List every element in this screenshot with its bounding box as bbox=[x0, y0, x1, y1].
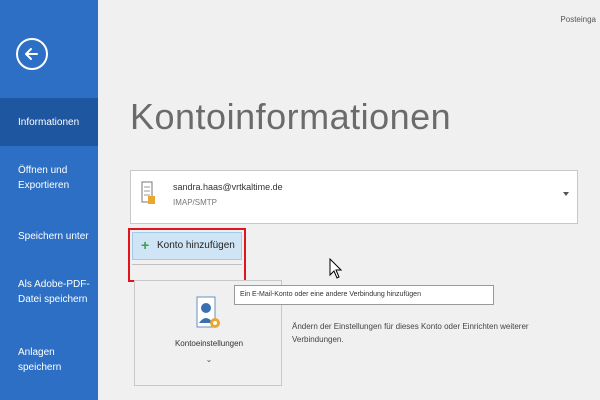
sidebar-item-anlagen-speichern[interactable]: Anlagen speichern bbox=[0, 345, 98, 385]
folder-name: Posteinga bbox=[560, 15, 596, 24]
divider bbox=[132, 264, 242, 265]
sidebar-item-label: Öffnen und Exportieren bbox=[18, 165, 70, 191]
back-button[interactable] bbox=[16, 38, 48, 70]
add-account-highlight: + Konto hinzufügen bbox=[128, 228, 246, 282]
account-settings-description: Ändern der Einstellungen für dieses Kont… bbox=[292, 322, 529, 344]
account-settings-label: Kontoeinstellungen bbox=[174, 339, 244, 348]
plus-icon: + bbox=[141, 237, 150, 253]
add-account-label: Konto hinzufügen bbox=[157, 240, 235, 251]
backstage-sidebar: Informationen Öffnen und Exportieren Spe… bbox=[0, 0, 98, 400]
page-title: Kontoinformationen bbox=[130, 96, 452, 137]
main-content: Posteinga Kontoinformationen sandra.haas… bbox=[98, 0, 600, 400]
sidebar-item-label: Informationen bbox=[18, 117, 80, 128]
back-arrow-icon bbox=[25, 48, 38, 60]
sidebar-item-label: Als Adobe-PDF-Datei speichern bbox=[18, 279, 90, 305]
sidebar-item-speichern-unter[interactable]: Speichern unter bbox=[0, 229, 98, 249]
tooltip: Ein E-Mail-Konto oder eine andere Verbin… bbox=[234, 285, 494, 305]
sidebar-item-oeffnen-exportieren[interactable]: Öffnen und Exportieren bbox=[0, 163, 98, 203]
chevron-down-icon: ⌄ bbox=[205, 355, 213, 364]
mail-account-icon bbox=[141, 181, 155, 204]
add-account-button[interactable]: + Konto hinzufügen bbox=[132, 232, 242, 260]
sidebar-item-label: Anlagen speichern bbox=[18, 347, 62, 373]
sidebar-item-informationen[interactable]: Informationen bbox=[0, 98, 98, 146]
sidebar-item-als-pdf-speichern[interactable]: Als Adobe-PDF-Datei speichern bbox=[0, 277, 98, 317]
account-selector[interactable]: sandra.haas@vrtkaltime.de IMAP/SMTP bbox=[130, 170, 578, 224]
account-type: IMAP/SMTP bbox=[173, 198, 218, 207]
account-settings-icon bbox=[196, 296, 220, 328]
mouse-cursor-icon bbox=[329, 258, 343, 279]
chevron-down-icon[interactable] bbox=[563, 192, 569, 196]
sidebar-item-label: Speichern unter bbox=[18, 231, 89, 242]
account-email: sandra.haas@vrtkaltime.de bbox=[173, 182, 283, 192]
